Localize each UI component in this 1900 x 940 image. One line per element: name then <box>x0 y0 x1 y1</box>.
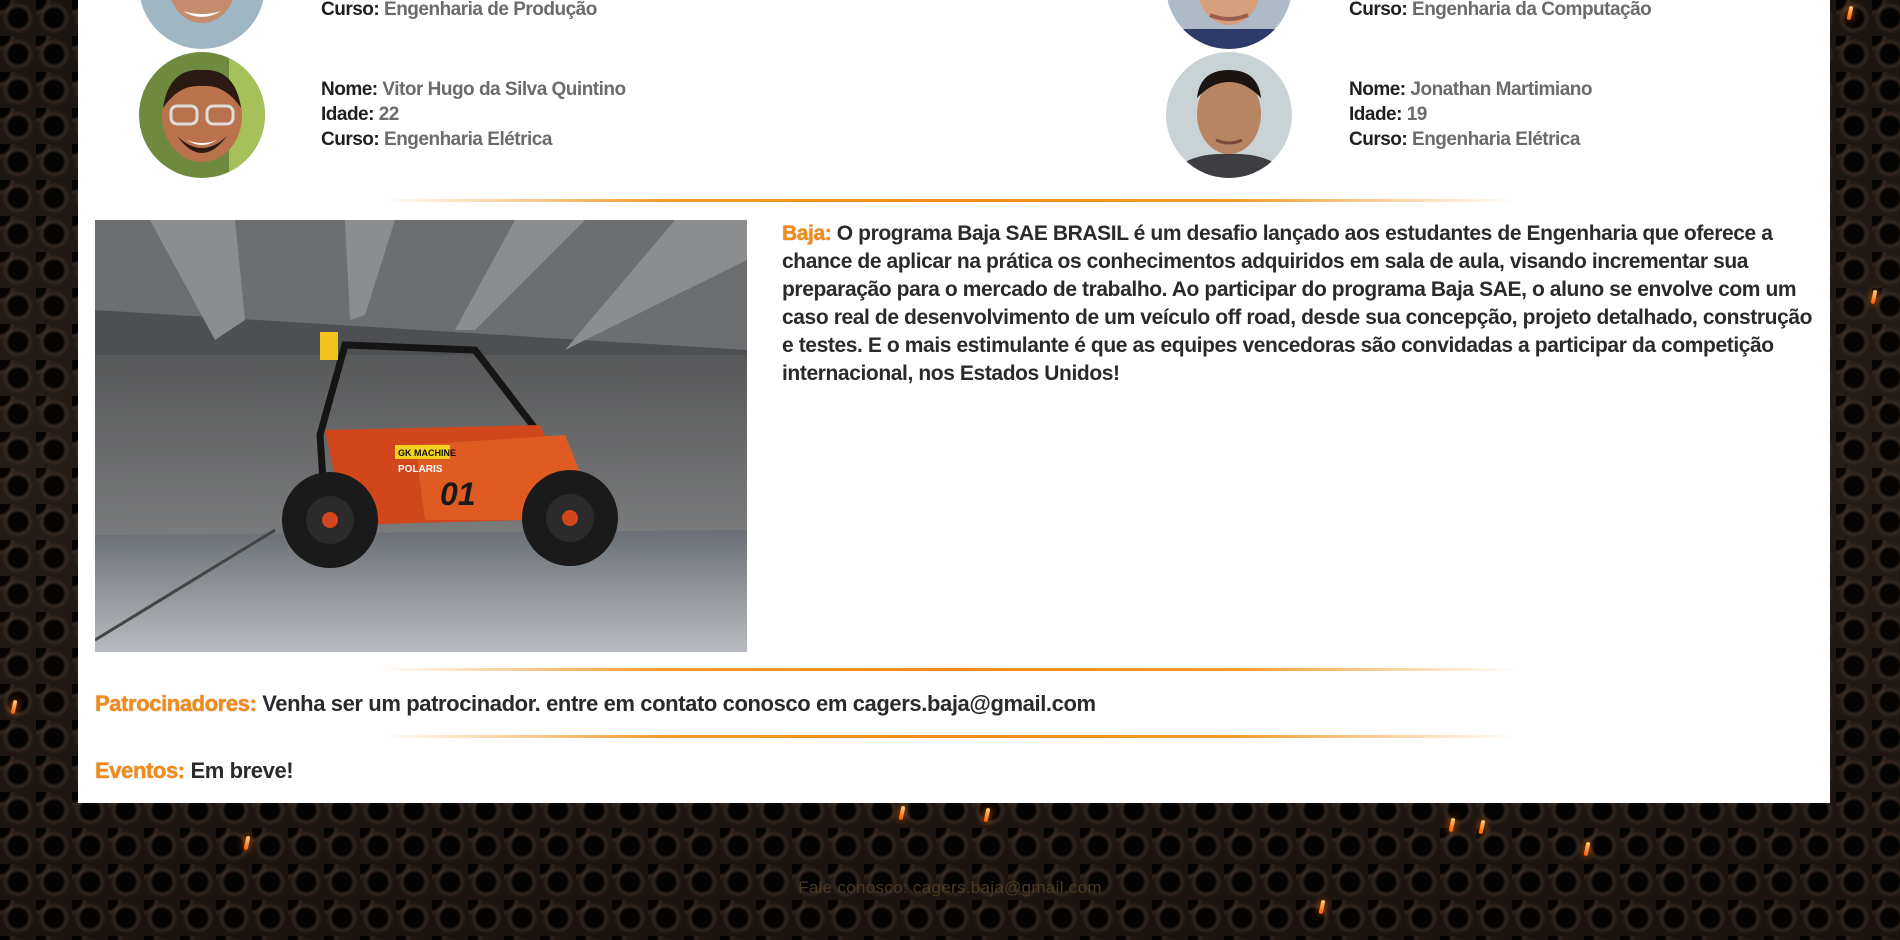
sponsors-heading: Patrocinadores: <box>95 691 257 716</box>
idade-value: 19 <box>1406 104 1428 125</box>
member-info: Nome: Vitor Hugo da Silva Quintino Idade… <box>321 77 626 152</box>
events-section: Eventos: Em breve! <box>95 758 294 784</box>
curso-value: Engenharia de Produção <box>384 0 597 20</box>
curso-value: Engenharia da Computação <box>1412 0 1652 20</box>
curso-label: Curso: <box>321 129 380 150</box>
car-decal: GK MACHINE <box>398 448 456 458</box>
car-brand: POLARIS <box>398 464 443 475</box>
car-number: 01 <box>440 476 476 512</box>
baja-car-photo: 01 GK MACHINE POLARIS <box>95 220 747 652</box>
content-card: Curso: Engenharia de Produção Curso: Eng… <box>78 0 1830 803</box>
sponsors-text: Venha ser um patrocinador. entre em cont… <box>262 691 1096 716</box>
curso-label: Curso: <box>1349 0 1408 20</box>
member-avatar <box>139 52 265 178</box>
member-info: Curso: Engenharia da Computação <box>1349 0 1652 22</box>
section-divider <box>378 735 1518 738</box>
curso-value: Engenharia Elétrica <box>1412 129 1580 150</box>
baja-description: Baja: O programa Baja SAE BRASIL é um de… <box>782 220 1817 388</box>
idade-label: Idade: <box>1349 104 1402 125</box>
baja-text: O programa Baja SAE BRASIL é um desafio … <box>782 222 1813 385</box>
events-heading: Eventos: <box>95 758 185 783</box>
member-info: Curso: Engenharia de Produção <box>321 0 597 22</box>
member-info: Nome: Jonathan Martimiano Idade: 19 Curs… <box>1349 77 1592 152</box>
member-avatar <box>1166 52 1292 178</box>
nome-value: Jonathan Martimiano <box>1410 79 1592 100</box>
idade-label: Idade: <box>321 104 374 125</box>
baja-heading: Baja: <box>782 222 832 245</box>
nome-value: Vitor Hugo da Silva Quintino <box>382 79 626 100</box>
footer-contact: Fale conosco: cagers.baja@gmail.com <box>798 878 1102 897</box>
curso-value: Engenharia Elétrica <box>384 129 552 150</box>
nome-label: Nome: <box>1349 79 1406 100</box>
member-avatar <box>139 0 265 49</box>
curso-label: Curso: <box>321 0 380 20</box>
section-divider <box>378 199 1518 202</box>
section-divider <box>378 668 1518 671</box>
sponsors-section: Patrocinadores: Venha ser um patrocinado… <box>95 691 1096 717</box>
events-text: Em breve! <box>190 758 294 783</box>
member-avatar <box>1166 0 1292 49</box>
curso-label: Curso: <box>1349 129 1408 150</box>
idade-value: 22 <box>378 104 400 125</box>
nome-label: Nome: <box>321 79 378 100</box>
